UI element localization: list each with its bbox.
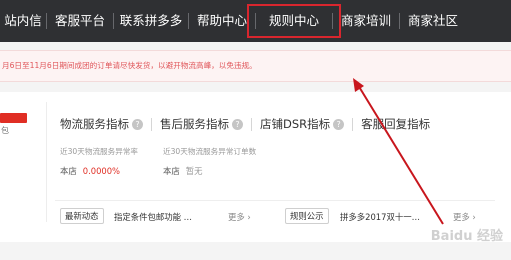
page: 站内信 客服平台 联系拼多多 帮助中心 规则中心 商家培训 商家社区 月6日至1… [0, 0, 511, 260]
annotation-arrow-line [357, 84, 444, 225]
annotation-arrow [353, 78, 444, 225]
watermark: Baidu 经验 [430, 229, 503, 244]
annotation-arrow-head [353, 78, 364, 92]
